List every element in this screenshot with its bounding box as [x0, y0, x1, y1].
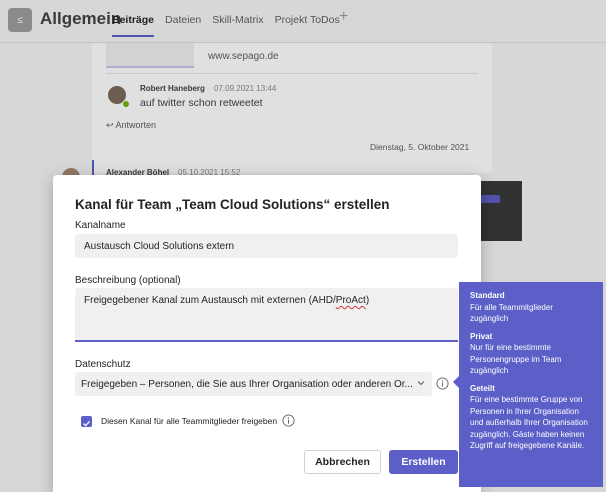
privacy-select[interactable]: Freigegeben – Personen, die Sie aus Ihre…: [75, 372, 432, 396]
chevron-down-icon: [417, 381, 425, 386]
channel-name-label: Kanalname: [75, 220, 126, 231]
description-text: Freigegebener Kanal zum Austausch mit ex…: [84, 295, 336, 306]
privacy-label: Datenschutz: [75, 359, 131, 370]
description-textarea[interactable]: Freigegebener Kanal zum Austausch mit ex…: [75, 288, 458, 342]
tooltip-standard-title: Standard: [470, 291, 505, 300]
share-with-all-label[interactable]: Diesen Kanal für alle Teammitglieder fre…: [101, 416, 277, 426]
create-button[interactable]: Erstellen: [389, 450, 458, 474]
info-icon[interactable]: [436, 377, 449, 390]
tooltip-private-title: Privat: [470, 331, 493, 341]
tooltip-private: Privat Nur für eine bestimmte Personengr…: [470, 331, 592, 377]
tooltip-private-text: Nur für eine bestimmte Personengruppe im…: [470, 343, 562, 375]
misspelled-word[interactable]: ProAct: [336, 295, 366, 306]
description-label: Beschreibung (optional): [75, 275, 181, 286]
tooltip-standard-text: Für alle Teammitglieder zugänglich: [470, 302, 553, 324]
tooltip-standard: Standard Für alle Teammitglieder zugängl…: [470, 290, 592, 325]
cancel-button[interactable]: Abbrechen: [304, 450, 381, 474]
tooltip-shared: Geteilt Für eine bestimmte Gruppe von Pe…: [470, 383, 592, 452]
dialog-title: Kanal für Team „Team Cloud Solutions“ er…: [75, 197, 390, 212]
channel-name-input[interactable]: Austausch Cloud Solutions extern: [75, 234, 458, 258]
tooltip-shared-text: Für eine bestimmte Gruppe von Personen i…: [470, 395, 588, 450]
checkmark-icon: [83, 420, 91, 427]
share-with-all-checkbox[interactable]: [81, 416, 92, 427]
privacy-tooltip: Standard Für alle Teammitglieder zugängl…: [459, 282, 603, 487]
description-text-end: ): [365, 295, 370, 306]
tooltip-shared-title: Geteilt: [470, 383, 495, 393]
create-channel-dialog: Kanal für Team „Team Cloud Solutions“ er…: [53, 175, 481, 492]
info-icon[interactable]: [282, 414, 295, 427]
privacy-selected-value: Freigegeben – Personen, die Sie aus Ihre…: [81, 378, 413, 390]
